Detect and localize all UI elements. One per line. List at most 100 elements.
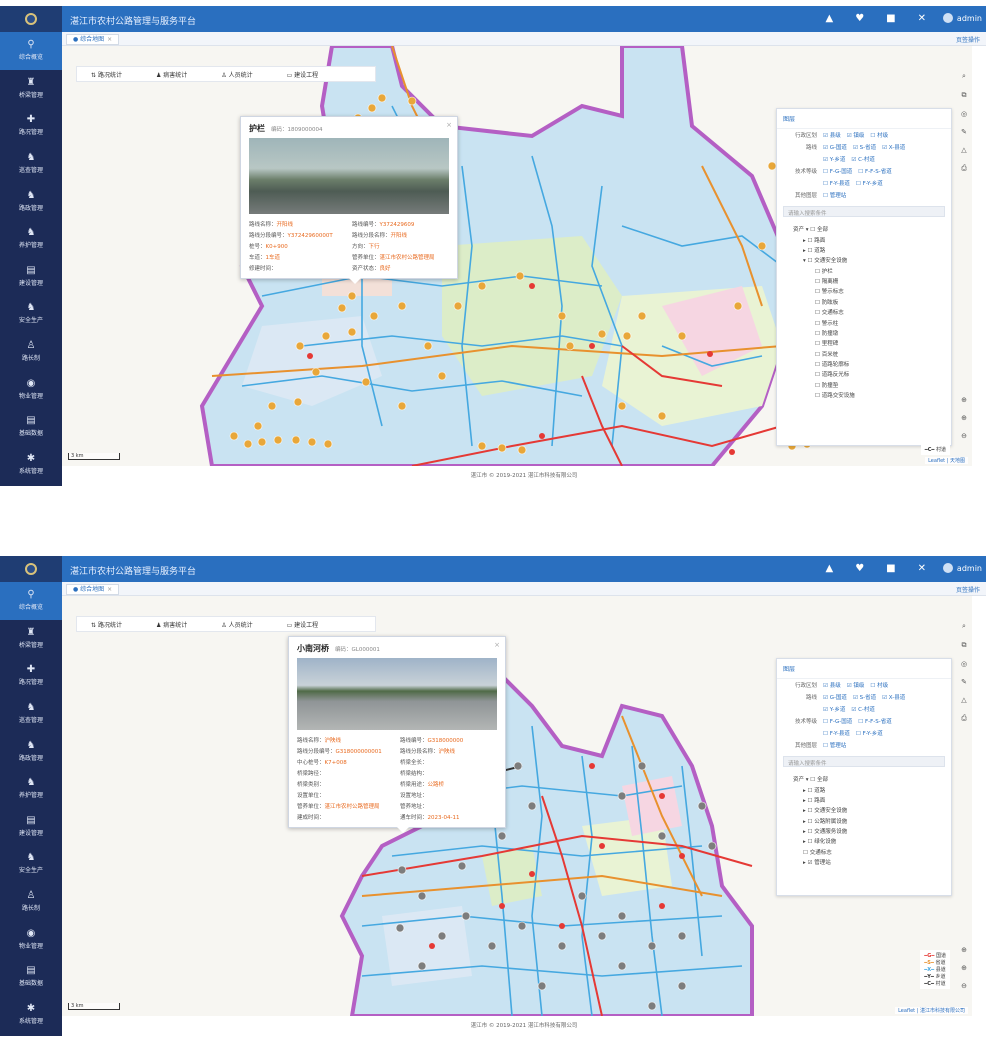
- user-menu[interactable]: admin: [942, 563, 982, 573]
- sidebar-item-maintenance[interactable]: ♞ 养护管理: [0, 220, 62, 258]
- sidebar-item-property[interactable]: ◉ 物业管理: [0, 370, 62, 408]
- fullscreen-icon[interactable]: ✕: [918, 563, 926, 574]
- sidebar-item-bridge[interactable]: ♜ 桥梁管理: [0, 620, 62, 658]
- tree-item[interactable]: ▾ ☐ 交通安全设施: [793, 255, 945, 265]
- stat-disease[interactable]: ♟ 病害统计: [156, 70, 187, 79]
- tree-item[interactable]: ▸ ☑ 管理站: [793, 857, 945, 867]
- checkbox-tech-g[interactable]: ☐ F-G-国道: [823, 717, 852, 725]
- sidebar-item-admin[interactable]: ♞ 路政管理: [0, 182, 62, 220]
- zoom-in-icon[interactable]: ⊕: [961, 964, 967, 972]
- checkbox-tech-x[interactable]: ☐ F-Y-县道: [823, 179, 850, 187]
- stat-construction[interactable]: ▭ 建设工程: [287, 70, 319, 79]
- location-icon[interactable]: ◎: [961, 660, 967, 668]
- sidebar-item-road-chief[interactable]: ♙ 路长制: [0, 883, 62, 921]
- sidebar-item-maintenance[interactable]: ♞ 养护管理: [0, 770, 62, 808]
- sidebar-item-road[interactable]: ✚ 路况管理: [0, 107, 62, 145]
- checkbox-y[interactable]: ☑ Y-乡道: [823, 705, 845, 713]
- checkbox-tech-y[interactable]: ☐ F-Y-乡道: [856, 179, 883, 187]
- tab-map[interactable]: ● 综合地图 ×: [66, 584, 120, 595]
- tree-item[interactable]: ☐ 警示柱: [793, 317, 945, 327]
- collapse-icon[interactable]: ▲: [825, 13, 833, 24]
- sidebar-item-data[interactable]: ▤ 基础数据: [0, 408, 62, 446]
- checkbox-c[interactable]: ☑ C-村道: [851, 705, 875, 713]
- screen-icon[interactable]: ■: [886, 563, 895, 574]
- screen-icon[interactable]: ■: [886, 13, 895, 24]
- asset-select[interactable]: 请输入搜索条件: [783, 206, 945, 217]
- locate-icon[interactable]: ⊕: [961, 396, 967, 404]
- locate-icon[interactable]: ⊕: [961, 946, 967, 954]
- sidebar-item-road[interactable]: ✚ 路况管理: [0, 657, 62, 695]
- stat-construction[interactable]: ▭ 建设工程: [287, 620, 319, 629]
- tree-item[interactable]: ☐ 道路交安设施: [793, 390, 945, 400]
- tree-item[interactable]: ▸ ☐ 交通服务设施: [793, 826, 945, 836]
- layers-icon[interactable]: ⧉: [962, 641, 967, 650]
- sidebar-item-overview[interactable]: ⚲ 综合概览: [0, 32, 62, 70]
- checkbox-town[interactable]: ☑ 镇级: [847, 681, 865, 689]
- checkbox-village[interactable]: ☐ 村级: [870, 681, 888, 689]
- tab-map[interactable]: ● 综合地图 ×: [66, 34, 120, 45]
- layers-icon[interactable]: ⧉: [962, 91, 967, 100]
- checkbox-y[interactable]: ☑ Y-乡道: [823, 155, 845, 163]
- ruler-icon[interactable]: ✎: [961, 128, 967, 136]
- tree-item[interactable]: ☐ 道路反光标: [793, 369, 945, 379]
- close-icon[interactable]: ×: [494, 641, 500, 649]
- zoom-in-icon[interactable]: ⊕: [961, 414, 967, 422]
- tree-item[interactable]: ☐ 交通标志: [793, 847, 945, 857]
- checkbox-county[interactable]: ☑ 县级: [823, 131, 841, 139]
- tab-operations[interactable]: 页签操作: [956, 35, 980, 44]
- close-icon[interactable]: ×: [107, 36, 112, 43]
- tree-item[interactable]: ☐ 交通标志: [793, 307, 945, 317]
- ruler-icon[interactable]: ✎: [961, 678, 967, 686]
- close-icon[interactable]: ×: [446, 121, 452, 129]
- area-icon[interactable]: △: [961, 146, 966, 154]
- zoom-out-icon[interactable]: ⊖: [961, 432, 967, 440]
- collapse-icon[interactable]: ▲: [825, 563, 833, 574]
- favorite-icon[interactable]: ♥: [855, 13, 864, 24]
- tree-item[interactable]: ▸ ☐ 绿化设施: [793, 836, 945, 846]
- tree-item[interactable]: ▸ ☐ 道路: [793, 245, 945, 255]
- tree-item[interactable]: ▸ ☐ 公路附属设施: [793, 816, 945, 826]
- tree-item[interactable]: ▸ ☐ 路面: [793, 234, 945, 244]
- search-icon[interactable]: ⌕: [962, 622, 966, 631]
- sidebar-item-bridge[interactable]: ♜ 桥梁管理: [0, 70, 62, 108]
- fullscreen-icon[interactable]: ✕: [918, 13, 926, 24]
- stat-disease[interactable]: ♟ 病害统计: [156, 620, 187, 629]
- tree-item[interactable]: ☐ 百米桩: [793, 349, 945, 359]
- tree-item[interactable]: ☐ 里程碑: [793, 338, 945, 348]
- sidebar-item-patrol[interactable]: ♞ 巡查管理: [0, 695, 62, 733]
- checkbox-tech-s[interactable]: ☐ F-F-S-省道: [858, 717, 891, 725]
- tree-item[interactable]: ☐ 道路轮廓标: [793, 359, 945, 369]
- asset-select[interactable]: 请输入搜索条件: [783, 756, 945, 767]
- stat-road-condition[interactable]: ⇅ 路况统计: [91, 70, 122, 79]
- tree-item[interactable]: ☐ 防撞垫: [793, 380, 945, 390]
- sidebar-item-property[interactable]: ◉ 物业管理: [0, 920, 62, 958]
- print-icon[interactable]: ⎙: [961, 164, 967, 173]
- checkbox-town[interactable]: ☑ 镇级: [847, 131, 865, 139]
- sidebar-item-admin[interactable]: ♞ 路政管理: [0, 732, 62, 770]
- zoom-out-icon[interactable]: ⊖: [961, 982, 967, 990]
- checkbox-g[interactable]: ☑ G-国道: [823, 143, 847, 151]
- checkbox-x[interactable]: ☑ X-县道: [882, 143, 905, 151]
- sidebar-item-safety[interactable]: ♞ 安全生产: [0, 845, 62, 883]
- sidebar-item-system[interactable]: ✱ 系统管理: [0, 996, 62, 1034]
- checkbox-tech-g[interactable]: ☐ F-G-国道: [823, 167, 852, 175]
- checkbox-tech-x[interactable]: ☐ F-Y-县道: [823, 729, 850, 737]
- search-icon[interactable]: ⌕: [962, 72, 966, 81]
- tab-operations[interactable]: 页签操作: [956, 585, 980, 594]
- area-icon[interactable]: △: [961, 696, 966, 704]
- checkbox-s[interactable]: ☑ S-省道: [853, 143, 876, 151]
- checkbox-village[interactable]: ☐ 村级: [870, 131, 888, 139]
- checkbox-tech-s[interactable]: ☐ F-F-S-省道: [858, 167, 891, 175]
- location-icon[interactable]: ◎: [961, 110, 967, 118]
- checkbox-g[interactable]: ☑ G-国道: [823, 693, 847, 701]
- checkbox-x[interactable]: ☑ X-县道: [882, 693, 905, 701]
- tree-item[interactable]: ▸ ☐ 交通安全设施: [793, 805, 945, 815]
- checkbox-station[interactable]: ☐ 管理站: [823, 191, 846, 199]
- user-menu[interactable]: admin: [942, 13, 982, 23]
- tree-item[interactable]: ☐ 隔离栅: [793, 276, 945, 286]
- stat-road-condition[interactable]: ⇅ 路况统计: [91, 620, 122, 629]
- sidebar-item-patrol[interactable]: ♞ 巡查管理: [0, 145, 62, 183]
- tree-item[interactable]: ▸ ☐ 路面: [793, 795, 945, 805]
- checkbox-c[interactable]: ☑ C-村道: [851, 155, 875, 163]
- stat-personnel[interactable]: ♙ 人员统计: [221, 70, 252, 79]
